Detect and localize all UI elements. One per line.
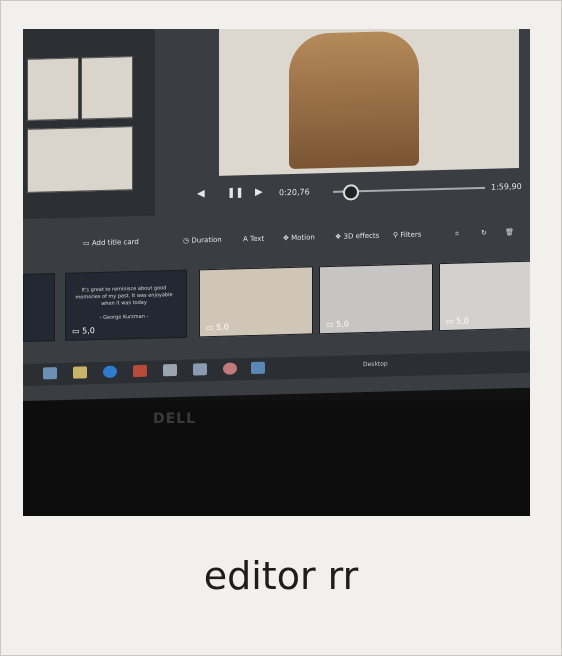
pause-icon[interactable]: ❚❚: [227, 187, 244, 198]
delete-icon[interactable]: 🗑: [505, 228, 514, 236]
dell-logo: DELL: [153, 411, 197, 427]
next-frame-icon[interactable]: ▶: [255, 187, 263, 198]
motion-label: Motion: [291, 233, 315, 242]
storyboard-toolbar: ▭ Add title card ◷ Duration A Text ✥ Mot…: [83, 226, 523, 256]
add-title-card-label: Add title card: [91, 237, 139, 248]
filters-label: Filters: [400, 230, 422, 240]
caption: editor rr: [203, 554, 359, 598]
windows-taskbar: Desktop: [23, 350, 530, 386]
filters-button[interactable]: ⚲ Filters: [393, 231, 421, 240]
playback-controls: ◀ ❚❚ ▶ 0:20,76 1:59,90: [193, 176, 523, 207]
store-icon[interactable]: [73, 366, 87, 379]
card-duration: ▭ 5,0: [206, 322, 229, 333]
3d-effects-button[interactable]: ❖ 3D effects: [335, 232, 379, 241]
storyboard-card-title[interactable]: It's great to reminisce about good memor…: [65, 269, 187, 341]
app-icon[interactable]: [223, 362, 237, 375]
total-time: 1:59,90: [491, 181, 522, 192]
edge-icon[interactable]: [103, 365, 117, 378]
text-label: Text: [250, 234, 265, 244]
media-library: [23, 29, 155, 220]
mail-icon[interactable]: [163, 363, 177, 377]
duration-label: Duration: [191, 235, 222, 245]
video-preview: [219, 29, 519, 176]
duration-button[interactable]: ◷ Duration: [183, 236, 222, 245]
seek-knob[interactable]: [343, 184, 359, 201]
preview-image: [289, 30, 419, 170]
title-card-author: - George Kurzman -: [99, 313, 149, 321]
crop-icon[interactable]: ⌗: [455, 230, 459, 239]
motion-button[interactable]: ✥ Motion: [283, 233, 315, 242]
library-thumb[interactable]: [81, 56, 133, 120]
library-thumb[interactable]: [27, 126, 133, 193]
video-editor-icon[interactable]: [251, 361, 265, 375]
text-button[interactable]: A Text: [243, 235, 264, 244]
card-duration: ▭ 5,0: [72, 326, 95, 336]
storyboard-card-photo[interactable]: ▭ 5,0: [319, 263, 433, 335]
laptop-screen: ◀ ❚❚ ▶ 0:20,76 1:59,90 ▭ Add title card …: [23, 29, 530, 402]
3d-effects-label: 3D effects: [343, 231, 380, 241]
storyboard-card-photo[interactable]: ▭ 5,0: [439, 260, 530, 332]
desktop-toolbar-label[interactable]: Desktop: [363, 360, 388, 368]
add-title-card-button[interactable]: ▭ Add title card: [83, 238, 139, 247]
app-icon[interactable]: [133, 364, 147, 378]
polaroid-frame: ◀ ❚❚ ▶ 0:20,76 1:59,90 ▭ Add title card …: [0, 0, 562, 656]
storyboard-card-photo[interactable]: ▭ 5,0: [199, 266, 313, 338]
previous-frame-icon[interactable]: ◀: [197, 188, 205, 199]
library-thumb[interactable]: [27, 57, 79, 121]
laptop-bezel: DELL: [23, 401, 530, 516]
storyboard-card[interactable]: [23, 273, 55, 342]
storyboard: It's great to reminisce about good memor…: [23, 260, 530, 349]
title-card-quote: It's great to reminisce about good memor…: [75, 285, 173, 307]
card-duration: ▭ 5,0: [326, 319, 349, 330]
card-duration: ▭ 5,0: [446, 316, 469, 326]
rotate-icon[interactable]: ↻: [481, 229, 487, 237]
current-time: 0:20,76: [279, 187, 310, 198]
photo: ◀ ❚❚ ▶ 0:20,76 1:59,90 ▭ Add title card …: [23, 29, 530, 516]
photos-icon[interactable]: [193, 363, 207, 376]
file-explorer-icon[interactable]: [43, 367, 57, 380]
